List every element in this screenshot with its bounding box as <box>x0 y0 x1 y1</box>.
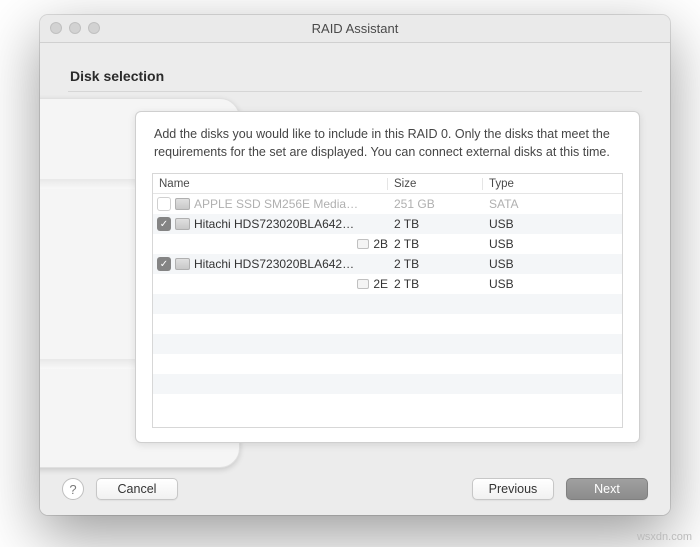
disk-table: Name Size Type APPLE SSD SM256E Media… 2… <box>152 173 623 428</box>
checkbox[interactable]: ✓ <box>157 217 171 231</box>
minimize-icon[interactable] <box>69 22 81 34</box>
watermark: wsxdn.com <box>637 531 692 543</box>
window-title: RAID Assistant <box>312 21 399 36</box>
table-header: Name Size Type <box>153 174 622 194</box>
disk-size: 2 TB <box>388 237 483 251</box>
disk-size: 2 TB <box>388 277 483 291</box>
zoom-icon[interactable] <box>88 22 100 34</box>
traffic-lights <box>50 22 100 34</box>
selection-panel: Add the disks you would like to include … <box>135 111 640 443</box>
table-row-empty <box>153 334 622 354</box>
disk-name: Hitachi HDS723020BLA642… <box>194 257 354 271</box>
table-row-empty <box>153 394 622 414</box>
instructions-text: Add the disks you would like to include … <box>136 112 639 173</box>
disk-icon <box>175 198 190 210</box>
table-row-empty <box>153 294 622 314</box>
disk-size: 251 GB <box>388 197 483 211</box>
checkbox-spacer <box>157 277 323 291</box>
table-row-empty <box>153 354 622 374</box>
volume-icon <box>357 279 369 289</box>
help-icon: ? <box>69 482 76 497</box>
column-header-name[interactable]: Name <box>153 178 388 190</box>
checkbox[interactable] <box>157 197 171 211</box>
table-row[interactable]: APPLE SSD SM256E Media… 251 GB SATA <box>153 194 622 214</box>
table-row[interactable]: 2B 2 TB USB <box>153 234 622 254</box>
titlebar: RAID Assistant <box>40 15 670 43</box>
disk-type: USB <box>483 257 622 271</box>
disk-type: USB <box>483 237 622 251</box>
disk-size: 2 TB <box>388 217 483 231</box>
bottom-bar: ? Cancel Previous Next <box>40 463 670 515</box>
table-row[interactable]: 2E 2 TB USB <box>153 274 622 294</box>
disk-icon <box>175 258 190 270</box>
column-header-type[interactable]: Type <box>483 178 622 190</box>
heading-divider <box>68 91 642 92</box>
disk-icon <box>175 218 190 230</box>
disk-name: 2E <box>373 277 388 291</box>
checkbox-spacer <box>157 237 323 251</box>
table-row[interactable]: ✓ Hitachi HDS723020BLA642… 2 TB USB <box>153 214 622 234</box>
table-body: APPLE SSD SM256E Media… 251 GB SATA ✓ Hi… <box>153 194 622 414</box>
disk-name: Hitachi HDS723020BLA642… <box>194 217 354 231</box>
disk-name: APPLE SSD SM256E Media… <box>194 197 358 211</box>
volume-icon <box>357 239 369 249</box>
next-button[interactable]: Next <box>566 478 648 500</box>
disk-type: USB <box>483 277 622 291</box>
raid-assistant-window: RAID Assistant Disk selection Add the di… <box>40 15 670 515</box>
cancel-button[interactable]: Cancel <box>96 478 178 500</box>
table-row[interactable]: ✓ Hitachi HDS723020BLA642… 2 TB USB <box>153 254 622 274</box>
content-area: Disk selection Add the disks you would l… <box>40 43 670 515</box>
disk-name: 2B <box>373 237 388 251</box>
close-icon[interactable] <box>50 22 62 34</box>
disk-type: USB <box>483 217 622 231</box>
table-row-empty <box>153 374 622 394</box>
column-header-size[interactable]: Size <box>388 178 483 190</box>
previous-button[interactable]: Previous <box>472 478 554 500</box>
table-row-empty <box>153 314 622 334</box>
disk-type: SATA <box>483 197 622 211</box>
disk-size: 2 TB <box>388 257 483 271</box>
checkbox[interactable]: ✓ <box>157 257 171 271</box>
help-button[interactable]: ? <box>62 478 84 500</box>
page-heading: Disk selection <box>70 68 164 84</box>
